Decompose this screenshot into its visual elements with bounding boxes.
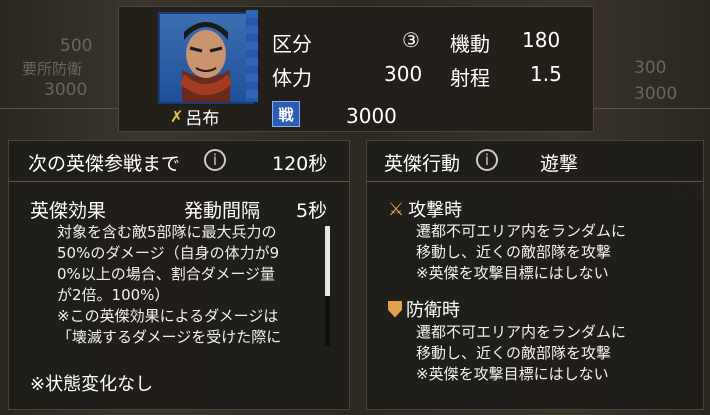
hp-value: 300 xyxy=(384,62,423,86)
range-value: 1.5 xyxy=(530,62,562,86)
war-value: 3000 xyxy=(346,104,397,128)
description-scrollbar[interactable] xyxy=(325,226,330,346)
next-hero-timer: 120秒 xyxy=(272,153,328,175)
description-line: 遷都不可エリア内をランダムに xyxy=(416,323,627,341)
attack-description: 遷都不可エリア内をランダムに 移動し、近くの敵部隊を攻撃 ※英傑を攻撃目標にはし… xyxy=(416,221,626,284)
mobility-label: 機動 xyxy=(450,32,490,56)
interval-label: 発動間隔 xyxy=(184,200,261,222)
hero-effect-description: 対象を含む敵5部隊に最大兵力の 50%のダメージ（自身の体力が9 0%以上の場合… xyxy=(57,222,281,348)
info-icon[interactable]: i xyxy=(204,149,226,171)
bg-text: 3000 xyxy=(634,84,678,104)
description-line: 遷都不可エリア内をランダムに xyxy=(416,222,627,240)
bg-divider xyxy=(0,108,118,109)
description-line: が2倍。100%） xyxy=(57,286,170,304)
description-line: ※この英傑効果によるダメージは xyxy=(57,307,279,325)
hero-effect-title: 英傑効果 xyxy=(30,200,107,222)
bg-text: 3000 xyxy=(44,80,88,100)
bg-text: 要所防衛 xyxy=(22,60,83,78)
hero-action-label: 英傑行動 xyxy=(384,153,461,175)
description-line: 移動し、近くの敵部隊を攻撃 xyxy=(416,243,612,261)
description-line: 50%のダメージ（自身の体力が9 xyxy=(57,244,280,262)
bg-text: 500 xyxy=(60,36,93,56)
mobility-value: 180 xyxy=(522,28,561,52)
war-badge-icon: 戦 xyxy=(272,101,300,127)
portrait-banner xyxy=(246,10,258,102)
unit-name-row: ✗ 呂布 xyxy=(170,104,219,129)
hero-action-value: 遊撃 xyxy=(540,153,579,175)
portrait-image xyxy=(180,22,232,102)
description-line: 0%以上の場合、割合ダメージ量 xyxy=(57,265,276,283)
interval-value: 5秒 xyxy=(296,200,328,222)
attack-section-title: ⚔ 攻撃時 xyxy=(388,196,462,222)
bg-divider xyxy=(592,108,710,109)
description-line: ※英傑を攻撃目標にはしない xyxy=(416,365,609,383)
description-line: 「壊滅するダメージを受けた際に xyxy=(57,328,282,346)
defense-description: 遷都不可エリア内をランダムに 移動し、近くの敵部隊を攻撃 ※英傑を攻撃目標にはし… xyxy=(416,322,626,385)
attack-title: 攻撃時 xyxy=(408,200,463,221)
class-label: 区分 xyxy=(272,32,312,56)
next-hero-label: 次の英傑参戦まで xyxy=(28,153,181,175)
defense-section-title: 防衛時 xyxy=(388,296,460,322)
bg-text: 300 xyxy=(634,58,667,78)
shield-icon xyxy=(388,300,402,318)
info-icon[interactable]: i xyxy=(476,149,498,171)
description-line: 対象を含む敵5部隊に最大兵力の xyxy=(57,223,277,241)
hp-label: 体力 xyxy=(272,66,312,90)
defense-title: 防衛時 xyxy=(406,300,460,321)
sword-icon: ⚔ xyxy=(388,198,405,220)
description-line: ※英傑を攻撃目標にはしない xyxy=(416,264,609,282)
description-line: 移動し、近くの敵部隊を攻撃 xyxy=(416,344,612,362)
scrollbar-thumb[interactable] xyxy=(325,226,330,296)
crossed-weapons-icon: ✗ xyxy=(170,107,184,126)
status-note: ※状態変化なし xyxy=(30,374,154,395)
unit-name: 呂布 xyxy=(185,109,220,129)
unit-portrait xyxy=(158,12,254,104)
class-value: ③ xyxy=(402,28,420,52)
range-label: 射程 xyxy=(450,66,490,90)
